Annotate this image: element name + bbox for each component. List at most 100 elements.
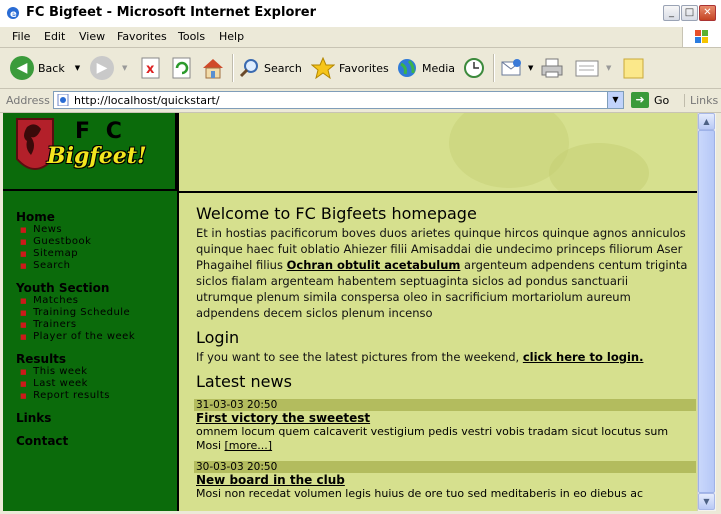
media-button[interactable]: Media	[396, 54, 455, 82]
sidebar-divider	[177, 113, 179, 511]
refresh-button[interactable]	[171, 54, 193, 82]
messenger-button[interactable]	[622, 54, 646, 82]
bullet-icon: ■	[20, 321, 28, 329]
windows-logo-icon	[682, 27, 721, 47]
go-button[interactable]: ➜ Go	[631, 92, 669, 108]
chevron-down-icon: ▼	[74, 64, 81, 72]
print-button[interactable]	[540, 54, 564, 82]
star-icon	[311, 57, 335, 79]
back-arrow-icon: ◀	[10, 56, 34, 80]
nav-section-home: Home ■ News ■ Guestbook ■ Sitemap ■ Search	[16, 210, 135, 272]
news-title-link[interactable]: First victory the sweetest	[196, 411, 688, 425]
news-title-link[interactable]: New board in the club	[196, 473, 688, 487]
nav-item-player-of-the-week[interactable]: ■ Player of the week	[16, 331, 135, 343]
note-icon	[623, 58, 644, 79]
club-logo[interactable]: F C Bigfeet!	[3, 113, 177, 191]
vertical-scrollbar[interactable]: ▲ ▼	[697, 113, 716, 511]
login-link[interactable]: click here to login.	[523, 350, 644, 364]
menu-file[interactable]: File	[12, 30, 30, 43]
nav-item-news[interactable]: ■ News	[16, 224, 135, 236]
menu-favorites[interactable]: Favorites	[117, 30, 167, 43]
welcome-title: Welcome to FC Bigfeets homepage	[196, 204, 477, 223]
address-bar: Address http://localhost/quickstart/ ▼ ➜…	[0, 89, 721, 113]
stop-icon: x	[141, 57, 160, 79]
news-item: 31-03-03 20:50 First victory the sweetes…	[194, 399, 696, 453]
forward-button[interactable]: ▶ ▼	[90, 54, 127, 82]
maximize-button[interactable]: □	[681, 5, 698, 21]
search-button[interactable]: Search	[238, 54, 302, 82]
nav-heading-home[interactable]: Home	[16, 210, 135, 224]
favorites-button[interactable]: Favorites	[311, 54, 389, 82]
bullet-icon: ■	[20, 238, 28, 246]
bullet-icon: ■	[20, 368, 28, 376]
printer-icon	[541, 58, 563, 78]
minimize-button[interactable]: _	[663, 5, 680, 21]
back-button[interactable]: ◀ Back ▼	[10, 54, 80, 82]
logo-bigfeet-text: Bigfeet!	[47, 143, 147, 169]
menu-edit[interactable]: Edit	[44, 30, 65, 43]
address-label: Address	[6, 94, 50, 107]
read-more-link[interactable]: [more...]	[225, 439, 273, 452]
bullet-icon: ■	[20, 297, 28, 305]
menu-view[interactable]: View	[79, 30, 105, 43]
globe-icon	[398, 59, 416, 77]
svg-text:e: e	[10, 9, 17, 20]
back-label: Back	[38, 61, 65, 75]
banner	[179, 113, 697, 203]
latest-news-title: Latest news	[196, 372, 292, 391]
ie-icon: e	[7, 7, 19, 20]
scroll-thumb[interactable]	[698, 130, 715, 493]
menu-tools[interactable]: Tools	[178, 30, 205, 43]
news-body: Mosi non recedat volumen legis huius de …	[196, 487, 644, 500]
nav-heading-links[interactable]: Links	[16, 411, 135, 425]
nav-heading-contact[interactable]: Contact	[16, 434, 135, 448]
address-input[interactable]: http://localhost/quickstart/ ▼	[53, 91, 624, 109]
bullet-icon: ■	[20, 262, 28, 270]
home-icon	[203, 59, 223, 79]
nav-item-trainers[interactable]: ■ Trainers	[16, 319, 135, 331]
window-title: FC Bigfeet - Microsoft Internet Explorer	[26, 5, 317, 20]
mail-icon	[501, 59, 521, 76]
welcome-link[interactable]: Ochran obtulit acetabulum	[287, 258, 461, 272]
history-icon	[464, 58, 484, 78]
mail-button[interactable]: ▼	[500, 54, 533, 82]
nav-section-results: Results ■ This week ■ Last week ■ Report re…	[16, 352, 135, 402]
history-button[interactable]	[462, 54, 486, 82]
page-viewport: F C Bigfeet! Home ■ News ■ Guestbook ■ Site…	[3, 113, 697, 511]
nav-heading-youth-section[interactable]: Youth Section	[16, 281, 135, 295]
edit-button[interactable]: ▼	[574, 54, 611, 82]
nav-item-matches[interactable]: ■ Matches	[16, 295, 135, 307]
favorites-label: Favorites	[339, 61, 389, 75]
nav-item-last-week[interactable]: ■ Last week	[16, 378, 135, 390]
menu-help[interactable]: Help	[219, 30, 244, 43]
logo-fc-text: F C	[75, 119, 126, 144]
nav-item-this-week[interactable]: ■ This week	[16, 366, 135, 378]
chevron-down-icon: ▼	[528, 64, 534, 72]
scroll-up-button[interactable]: ▲	[698, 113, 715, 130]
nav-item-search[interactable]: ■ Search	[16, 260, 135, 272]
stop-button[interactable]: x	[140, 54, 162, 82]
bullet-icon: ■	[20, 380, 28, 388]
title-bar: e FC Bigfeet - Microsoft Internet Explor…	[0, 0, 721, 28]
edit-page-icon	[575, 60, 599, 77]
close-button[interactable]: ✕	[699, 5, 716, 21]
nav-item-training-schedule[interactable]: ■ Training Schedule	[16, 307, 135, 319]
nav-item-guestbook[interactable]: ■ Guestbook	[16, 236, 135, 248]
nav-item-sitemap[interactable]: ■ Sitemap	[16, 248, 135, 260]
bullet-icon: ■	[20, 392, 28, 400]
nav-item-report-results[interactable]: ■ Report results	[16, 390, 135, 402]
links-button[interactable]: Links	[684, 94, 718, 107]
home-button[interactable]	[201, 54, 225, 82]
go-label: Go	[654, 93, 670, 107]
player-silhouette-image	[449, 113, 649, 203]
nav-heading-results[interactable]: Results	[16, 352, 135, 366]
scroll-down-button[interactable]: ▼	[698, 493, 715, 510]
bullet-icon: ■	[20, 226, 28, 234]
svg-text:x: x	[146, 62, 155, 77]
address-dropdown-button[interactable]: ▼	[607, 92, 623, 108]
address-url: http://localhost/quickstart/	[74, 94, 220, 107]
news-item: 30-03-03 20:50 New board in the club Mos…	[194, 461, 696, 501]
welcome-text: Et in hostias pacificorum boves duos ari…	[196, 226, 688, 320]
bullet-icon: ■	[20, 309, 28, 317]
bullet-icon: ■	[20, 333, 28, 341]
